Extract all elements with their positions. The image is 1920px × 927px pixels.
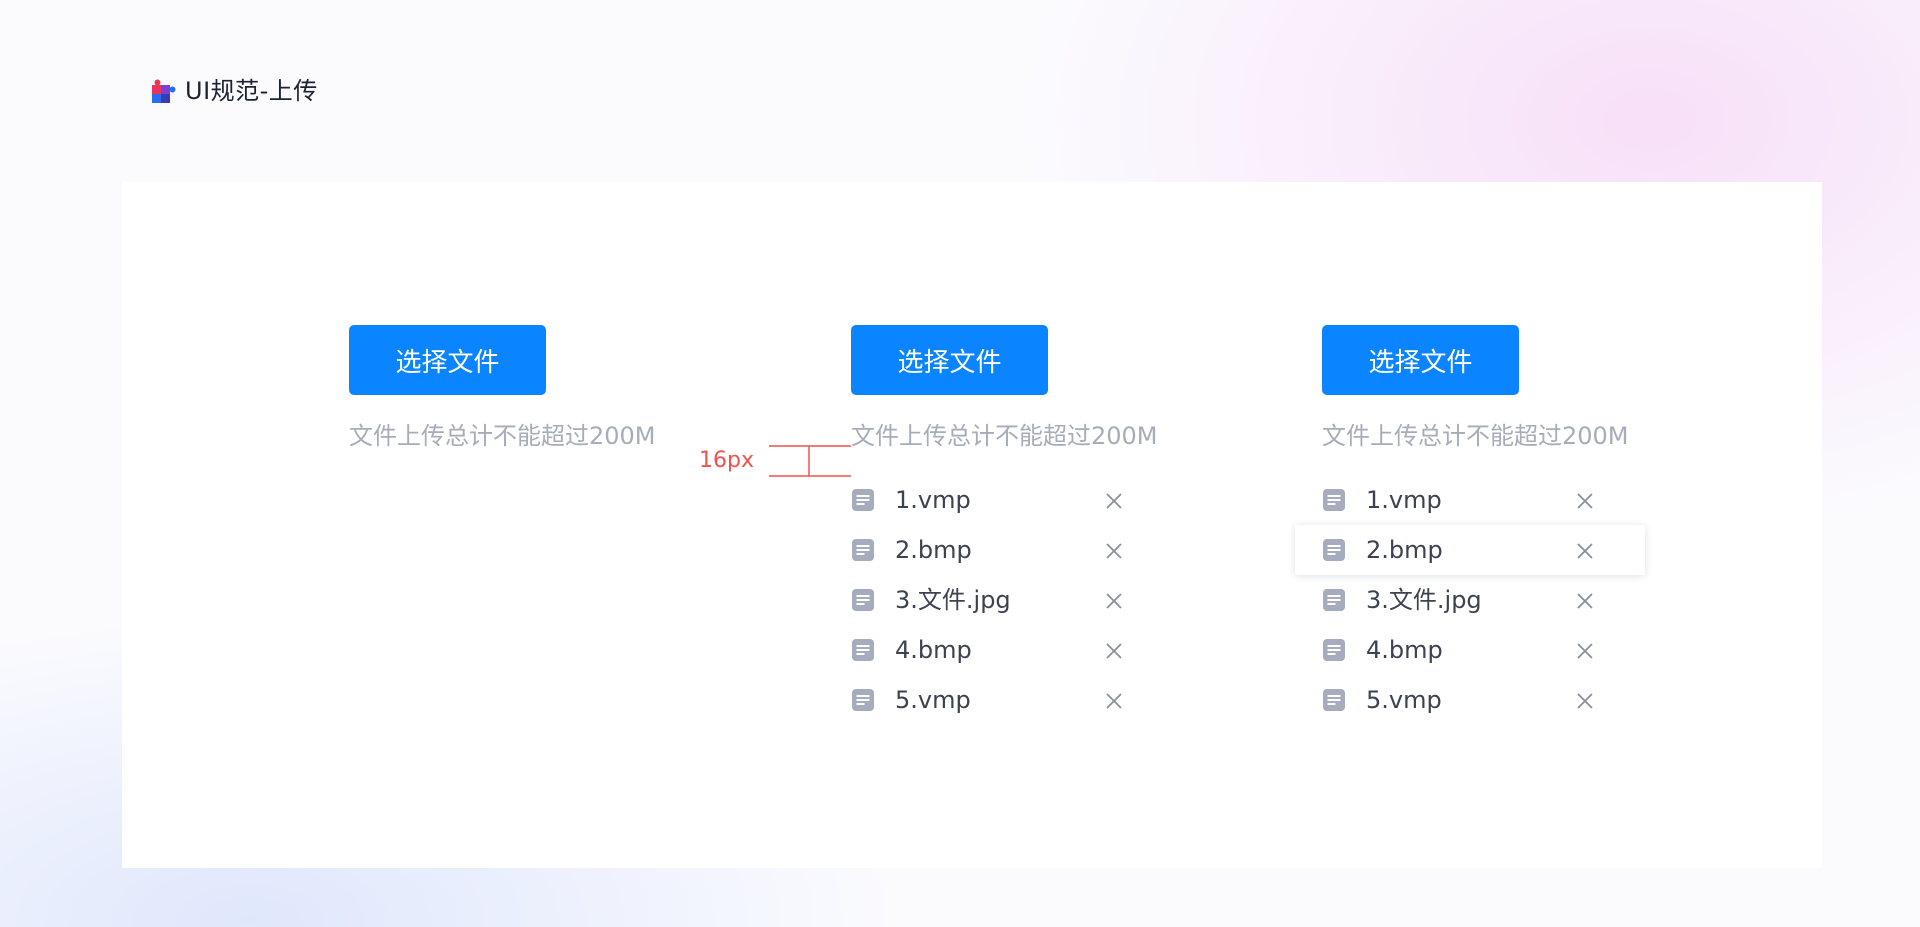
close-icon[interactable]: [1576, 592, 1594, 610]
spacing-annotation: 16px: [699, 445, 851, 477]
close-icon[interactable]: [1576, 692, 1594, 710]
close-icon[interactable]: [1105, 692, 1123, 710]
file-list-item[interactable]: 5.vmp: [824, 675, 1174, 725]
puzzle-icon: [152, 79, 176, 103]
file-name: 1.vmp: [895, 486, 971, 514]
select-file-button[interactable]: 选择文件: [851, 325, 1048, 395]
file-list: 1.vmp 2.bmp 3.文件.jpg 4.bmp 5.vmp: [1295, 475, 1645, 725]
file-list-item[interactable]: 4.bmp: [1295, 625, 1645, 675]
uploader-default: 选择文件 文件上传总计不能超过200M: [349, 325, 656, 451]
close-icon[interactable]: [1576, 542, 1594, 560]
document-icon: [852, 489, 874, 511]
file-name: 4.bmp: [895, 636, 972, 664]
file-list-item[interactable]: 4.bmp: [824, 625, 1174, 675]
document-icon: [1323, 489, 1345, 511]
spec-canvas: 选择文件 文件上传总计不能超过200M 选择文件 文件上传总计不能超过200M …: [122, 182, 1822, 868]
document-icon: [852, 539, 874, 561]
document-icon: [1323, 539, 1345, 561]
upload-hint: 文件上传总计不能超过200M: [349, 422, 656, 450]
file-list-item[interactable]: 1.vmp: [824, 475, 1174, 525]
document-icon: [852, 639, 874, 661]
document-icon: [1323, 689, 1345, 711]
file-name: 3.文件.jpg: [1366, 586, 1482, 614]
file-list-item-hovered[interactable]: 2.bmp: [1295, 525, 1645, 575]
uploader-hover-state: 选择文件 文件上传总计不能超过200M 1.vmp 2.bmp 3.文件.jpg…: [1295, 325, 1645, 714]
select-file-button[interactable]: 选择文件: [349, 325, 546, 395]
uploader-with-files: 选择文件 文件上传总计不能超过200M 1.vmp 2.bmp 3.文件.jpg…: [851, 325, 1158, 714]
select-file-button[interactable]: 选择文件: [1322, 325, 1519, 395]
upload-hint: 文件上传总计不能超过200M: [1322, 422, 1629, 450]
document-icon: [852, 589, 874, 611]
file-name: 2.bmp: [1366, 536, 1443, 564]
file-name: 2.bmp: [895, 536, 972, 564]
document-icon: [852, 689, 874, 711]
file-name: 3.文件.jpg: [895, 586, 1011, 614]
spacing-measure-lines: [769, 445, 851, 477]
upload-hint: 文件上传总计不能超过200M: [851, 422, 1158, 450]
document-icon: [1323, 639, 1345, 661]
file-name: 1.vmp: [1366, 486, 1442, 514]
file-list-item[interactable]: 2.bmp: [824, 525, 1174, 575]
close-icon[interactable]: [1576, 492, 1594, 510]
close-icon[interactable]: [1105, 542, 1123, 560]
file-name: 5.vmp: [895, 686, 971, 714]
close-icon[interactable]: [1105, 492, 1123, 510]
document-icon: [1323, 589, 1345, 611]
close-icon[interactable]: [1105, 592, 1123, 610]
file-list-item[interactable]: 3.文件.jpg: [824, 575, 1174, 625]
file-name: 4.bmp: [1366, 636, 1443, 664]
file-list-item[interactable]: 1.vmp: [1295, 475, 1645, 525]
file-list-item[interactable]: 3.文件.jpg: [1295, 575, 1645, 625]
page-header: UI规范-上传: [148, 76, 318, 106]
page-title: UI规范-上传: [185, 77, 318, 105]
close-icon[interactable]: [1105, 642, 1123, 660]
file-list: 1.vmp 2.bmp 3.文件.jpg 4.bmp 5.vmp: [824, 475, 1174, 725]
close-icon[interactable]: [1576, 642, 1594, 660]
file-list-item[interactable]: 5.vmp: [1295, 675, 1645, 725]
file-name: 5.vmp: [1366, 686, 1442, 714]
